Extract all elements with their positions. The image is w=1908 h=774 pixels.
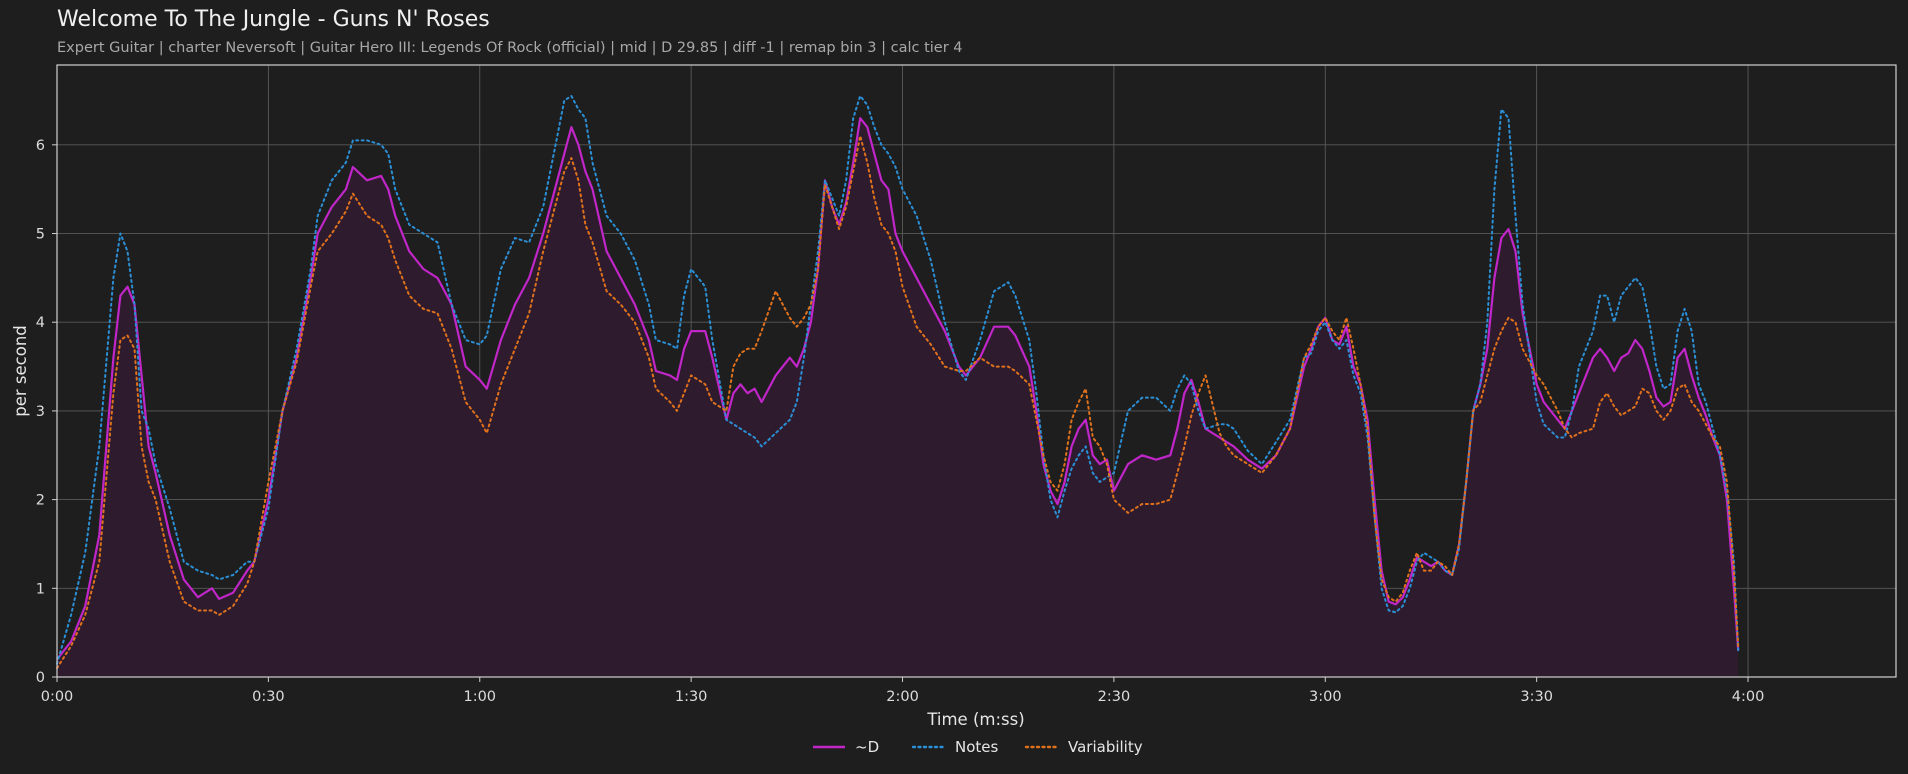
legend-label-0: ~D bbox=[855, 738, 879, 756]
x-axis-ticks: 0:00 0:30 1:00 1:30 2:00 2:30 3:00 3:30 4:00 bbox=[41, 677, 1765, 705]
y-tick-label: 2 bbox=[36, 493, 45, 509]
y-tick-label: 4 bbox=[36, 315, 45, 331]
x-tick-label: 4:00 bbox=[1732, 689, 1765, 705]
x-axis-label: Time (m:ss) bbox=[926, 710, 1024, 729]
x-tick-label: 2:00 bbox=[886, 689, 919, 705]
y-axis-label: per second bbox=[11, 325, 30, 417]
y-tick-label: 0 bbox=[36, 670, 45, 686]
x-tick-label: 1:30 bbox=[675, 689, 708, 705]
legend: ~D Notes Variability bbox=[813, 738, 1143, 756]
x-tick-label: 3:00 bbox=[1309, 689, 1342, 705]
legend-label-2: Variability bbox=[1068, 738, 1143, 756]
x-tick-label: 3:30 bbox=[1520, 689, 1553, 705]
y-tick-label: 6 bbox=[36, 138, 45, 154]
x-tick-label: 2:30 bbox=[1098, 689, 1131, 705]
chart-canvas: 0:00 0:30 1:00 1:30 2:00 2:30 3:00 3:30 4:00 0 1 2… bbox=[11, 64, 1897, 756]
y-tick-label: 1 bbox=[36, 581, 45, 597]
x-tick-label: 0:00 bbox=[41, 689, 74, 705]
legend-label-1: Notes bbox=[955, 738, 999, 756]
y-tick-label: 3 bbox=[36, 404, 45, 420]
y-tick-label: 5 bbox=[36, 227, 45, 243]
x-tick-label: 1:00 bbox=[463, 689, 496, 705]
y-axis-ticks: 0 1 2 3 4 5 6 bbox=[36, 138, 57, 686]
x-tick-label: 0:30 bbox=[252, 689, 285, 705]
